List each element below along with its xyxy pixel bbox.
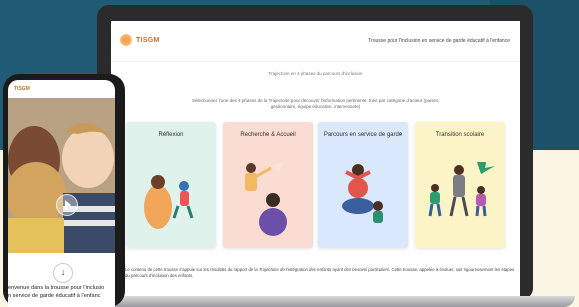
phone-welcome-line-1: envenue dans la trousse pour l'inclusio: [8, 285, 105, 291]
phase-card-parcours[interactable]: Parcours en service de garde: [318, 122, 408, 248]
children-photo-icon: [8, 98, 115, 253]
laptop-screen: TISGM Trousse pour l'inclusion en servic…: [111, 21, 520, 300]
phone-logo[interactable]: TISGM: [14, 86, 30, 92]
transition-scolaire-illustration-icon: [428, 162, 495, 217]
logo-sun-icon: [119, 33, 133, 47]
recherche-accueil-illustration-icon: [245, 162, 287, 236]
laptop-base: [70, 296, 575, 307]
hero-photo: [8, 98, 115, 253]
footer-text-prefix: Le contenu de cette trousse s'appuie sur…: [125, 267, 259, 272]
phone-welcome-line-2: n service de garde éducatif à l'enfanc: [8, 293, 101, 299]
phase-card-label: Réflexion: [158, 132, 184, 138]
scroll-down-arrow-icon[interactable]: ↓: [53, 263, 73, 283]
instructions-text: Sélectionnez l'une des 4 phases de la Tr…: [192, 98, 439, 109]
site-logo[interactable]: TISGM: [119, 33, 160, 47]
phase-card-recherche-accueil[interactable]: Recherche & Accueil: [223, 122, 313, 248]
phase-card-transition-scolaire[interactable]: Transition scolaire: [415, 122, 505, 248]
logo-text: TISGM: [136, 36, 160, 44]
site-header-title: Trousse pour l'inclusion en service de g…: [368, 38, 510, 44]
page-subtitle: Trajectoire en 4 phases du parcours d'in…: [268, 71, 363, 76]
phase-card-reflexion[interactable]: Réflexion: [126, 122, 216, 248]
phase-card-label: Recherche & Accueil: [240, 132, 296, 138]
phase-card-label: Transition scolaire: [435, 132, 485, 138]
phase-card-label: Parcours en service de garde: [323, 132, 403, 138]
footer-text: Le contenu de cette trousse s'appuie sur…: [125, 267, 515, 279]
footer-text-report-title: Trajectoire de l'intégration des enfants…: [258, 267, 390, 272]
reflexion-illustration-icon: [144, 175, 194, 229]
phone-screen: TISGM ↓ envenue dans la trousse pour l'i…: [8, 80, 115, 307]
play-video-button[interactable]: [56, 194, 78, 216]
parcours-illustration-icon: [342, 164, 383, 223]
phone-welcome-text: envenue dans la trousse pour l'inclusio …: [8, 284, 115, 300]
site-header: TISGM Trousse pour l'inclusion en servic…: [111, 21, 520, 62]
